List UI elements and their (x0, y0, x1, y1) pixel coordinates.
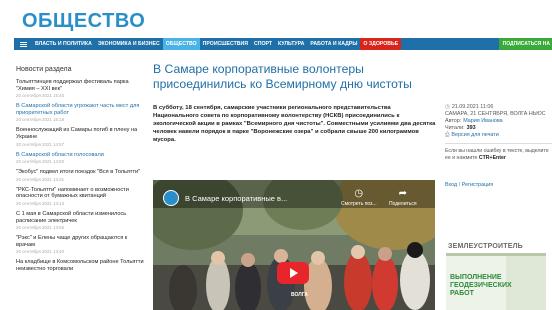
ad-graphic (506, 256, 546, 310)
menu-icon[interactable] (14, 38, 32, 50)
print-version[interactable]: ⎙ Версия для печати (445, 132, 552, 139)
nav-item[interactable]: КУЛЬТУРА (275, 38, 307, 50)
news-item-title[interactable]: Тольяттинцев поддержал фестиваль парка "… (16, 79, 144, 92)
news-list-item[interactable]: С 1 мая в Самарской области изменилось р… (16, 211, 144, 230)
news-item-date: 20 сентября 2021 14:13 (16, 200, 65, 206)
share-button[interactable]: ➦ Поделиться (389, 188, 417, 207)
watch-later-button[interactable]: ◷ Смотреть поз... (341, 188, 377, 207)
nav-item[interactable]: ЭКОНОМИКА И БИЗНЕС (95, 38, 163, 50)
author-link[interactable]: Мария Иванова (463, 118, 502, 125)
news-item-title[interactable]: Военнослужащий из Самары погиб в плену н… (16, 127, 144, 140)
video-player[interactable]: В Самаре корпоративные в... ◷ Смотреть п… (153, 180, 435, 310)
meta-author: Автор: Мария Иванова (445, 118, 503, 125)
news-item-title[interactable]: На кладбище в Комсомольском районе Толья… (16, 259, 144, 272)
divider (445, 143, 552, 144)
news-item-date: 20 сентября 2021 15:45 (16, 93, 65, 99)
section-logo[interactable]: ОБЩЕСТВО (22, 10, 145, 33)
sidebar-title: Новости раздела (16, 66, 72, 73)
subscribe-button[interactable]: ПОДПИСАТЬСЯ НА (498, 38, 552, 50)
main-navbar: ВЛАСТЬ И ПОЛИТИКА ЭКОНОМИКА И БИЗНЕС ОБЩЕС… (14, 38, 552, 50)
clock-icon: ◷ (445, 104, 450, 110)
nav-item[interactable]: СПОРТ (251, 38, 275, 50)
section-news-sidebar: Новости раздела Тольяттинцев поддержал ф… (16, 66, 144, 278)
error-report-note: Если вы нашли ошибку в тексте, выделите … (445, 148, 549, 161)
news-list-item[interactable]: "Экобус" подвел итоги поездок "Вся в Тол… (16, 169, 144, 182)
news-list-item[interactable]: "Рэкс" и Елены чаще других обращаются к … (16, 235, 144, 254)
nav-item[interactable]: ПРОИСШЕСТВИЯ (200, 38, 251, 50)
news-list-item[interactable]: "РКС-Тольятти" напоминает о возможности … (16, 187, 144, 206)
meta-datetime: ◷ 21.09.2021 11:06 (445, 104, 494, 110)
advertisement-banner[interactable]: ЗЕМЛЕУСТРОИТЕЛЬ ВЫПОЛНЕНИЕ ГЕОДЕЗИЧЕСКИХ… (446, 240, 546, 310)
ad-brand: ЗЕМЛЕУСТРОИТЕЛЬ (446, 240, 546, 253)
nav-item[interactable]: ВЛАСТЬ И ПОЛИТИКА (32, 38, 95, 50)
news-item-date: 20 сентября 2021 14:31 (16, 176, 65, 182)
video-title[interactable]: В Самаре корпоративные в... (185, 194, 287, 203)
news-item-title[interactable]: "РКС-Тольятти" напоминает о возможности … (16, 187, 144, 200)
nav-item[interactable]: О ЗДОРОВЬЕ (360, 38, 402, 50)
news-item-title[interactable]: В Самарской области голосовали (16, 152, 144, 159)
news-list-item[interactable]: В Самарской области угрожают часть мест … (16, 103, 144, 122)
news-list-item[interactable]: В Самарской области голосовали 20 сентябр… (16, 152, 144, 165)
article-headline: В Самаре корпоративные волонтеры присоед… (153, 62, 412, 91)
watch-later-label: Смотреть поз... (341, 201, 377, 207)
ad-text: ВЫПОЛНЕНИЕ ГЕОДЕЗИЧЕСКИХ РАБОТ (450, 274, 512, 297)
meta-views: Читали: 393 (445, 125, 476, 131)
news-list-item[interactable]: Тольяттинцев поддержал фестиваль парка "… (16, 79, 144, 98)
printer-icon: ⎙ (445, 132, 450, 138)
meta-place: САМАРА, 21 СЕНТЯБРЯ, ВОЛГА НЬЮС (445, 111, 546, 117)
nav-item[interactable]: ОБЩЕСТВО (162, 38, 200, 50)
play-button[interactable] (277, 262, 309, 284)
video-watermark: ВОЛГА (291, 292, 308, 298)
login-link[interactable]: Вход / Регистрация (445, 182, 552, 188)
news-item-date: 20 сентября 2021 15:18 (16, 117, 65, 123)
news-item-title[interactable]: "Экобус" подвел итоги поездок "Вся в Тол… (16, 169, 144, 176)
share-icon: ➦ (398, 188, 407, 199)
article-lead: В субботу, 18 сентября, самарские участн… (153, 105, 436, 143)
news-item-date: 20 сентября 2021 13:40 (16, 249, 65, 255)
news-item-date: 20 сентября 2021 13:56 (16, 225, 65, 231)
article-meta: ◷ 21.09.2021 11:06 САМАРА, 21 СЕНТЯБРЯ, В… (445, 104, 552, 188)
news-item-date: 20 сентября 2021 14:50 (16, 159, 65, 165)
channel-avatar[interactable] (163, 190, 179, 206)
share-label: Поделиться (389, 201, 417, 207)
news-item-title[interactable]: "Рэкс" и Елены чаще других обращаются к … (16, 235, 144, 248)
news-list-item[interactable]: На кладбище в Комсомольском районе Толья… (16, 259, 144, 272)
news-list-item[interactable]: Военнослужащий из Самары погиб в плену н… (16, 127, 144, 146)
play-icon (290, 268, 298, 278)
news-item-date: 20 сентября 2021 14:57 (16, 141, 65, 147)
clock-icon: ◷ (354, 188, 364, 199)
news-item-title[interactable]: В Самарской области угрожают часть мест … (16, 103, 144, 116)
news-item-title[interactable]: С 1 мая в Самарской области изменилось р… (16, 211, 144, 224)
nav-item[interactable]: РАБОТА И КАДРЫ (307, 38, 360, 50)
